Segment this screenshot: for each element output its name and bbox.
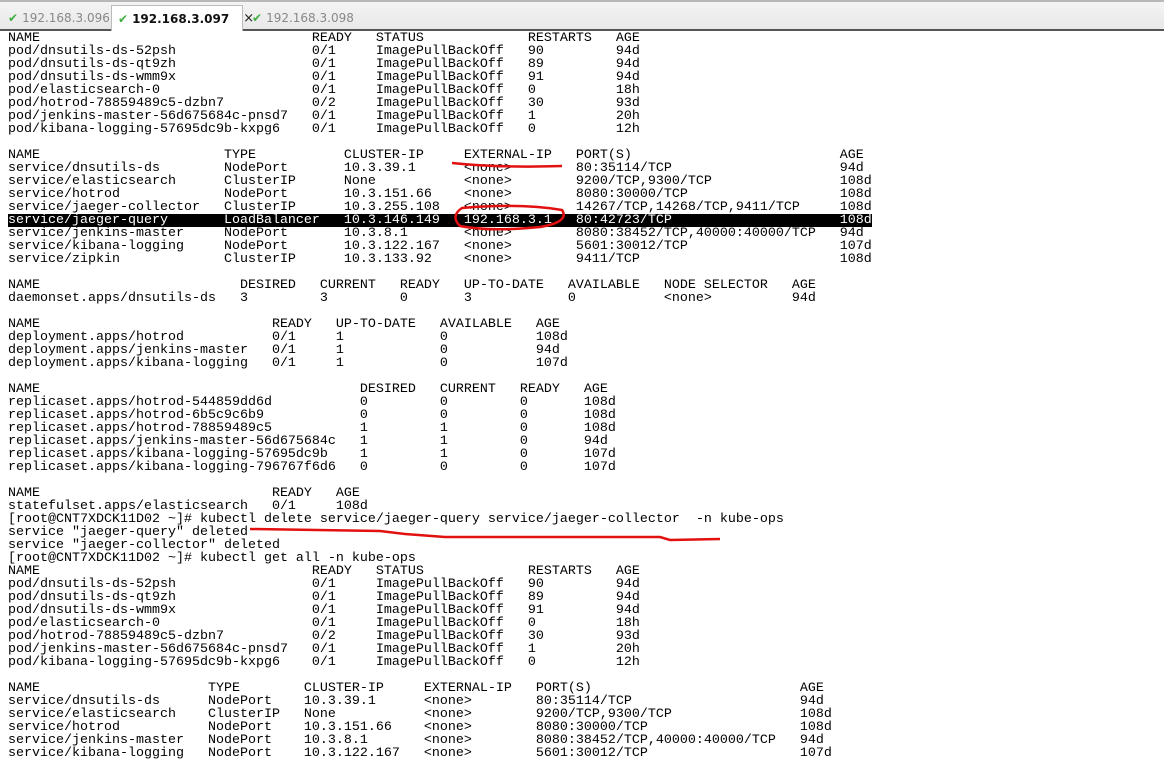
tab-192-168-3-096[interactable]: ✔ 192.168.3.096 [2, 5, 110, 31]
table-row: replicaset.apps/kibana-logging-796767f6d… [8, 460, 616, 475]
table-row: service/kibana-logging NodePort 10.3.122… [8, 746, 832, 761]
check-icon: ✔ [118, 11, 129, 26]
table-row: daemonset.apps/dnsutils-ds 3 3 0 3 0 <no… [8, 291, 816, 306]
tab-label: 192.168.3.096 [22, 11, 110, 25]
tab-192-168-3-097[interactable]: ✔ 192.168.3.097 × [111, 5, 254, 31]
table-row: deployment.apps/kibana-logging 0/1 1 0 1… [8, 356, 568, 371]
tab-label: 192.168.3.098 [266, 11, 354, 25]
table-row: pod/kibana-logging-57695dc9b-kxpg6 0/1 I… [8, 655, 640, 670]
check-icon: ✔ [8, 11, 19, 25]
tab-192-168-3-098[interactable]: ✔ 192.168.3.098 [246, 5, 356, 31]
table-row: service/zipkin ClusterIP 10.3.133.92 <no… [8, 252, 872, 267]
tab-label: 192.168.3.097 [132, 11, 230, 26]
terminal-output[interactable]: NAME READY STATUS RESTARTS AGE pod/dnsuti… [8, 32, 1164, 766]
table-row: pod/kibana-logging-57695dc9b-kxpg6 0/1 I… [8, 122, 640, 137]
check-icon: ✔ [252, 11, 263, 25]
tab-bar: ✔ 192.168.3.096 ✔ 192.168.3.097 × ✔ 192.… [0, 0, 1164, 31]
